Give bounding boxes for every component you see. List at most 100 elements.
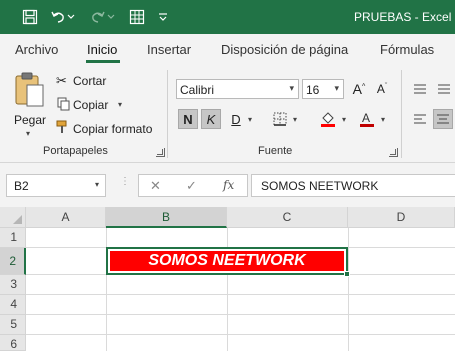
- font-name-dropdown[interactable]: Calibri ▾: [176, 79, 299, 99]
- customize-qat-icon[interactable]: [156, 7, 170, 27]
- row-header-6[interactable]: 6: [0, 335, 26, 351]
- group-divider: [167, 70, 168, 158]
- scissors-icon: ✂: [56, 73, 67, 88]
- borders-dropdown-icon[interactable]: ▾: [293, 115, 297, 124]
- increase-font-icon: A^: [352, 81, 366, 97]
- formula-input[interactable]: SOMOS NEETWORK: [251, 174, 455, 197]
- tab-insertar[interactable]: Insertar: [147, 42, 191, 57]
- gridline: [26, 294, 455, 295]
- align-left-icon: [414, 114, 426, 124]
- row-header-3[interactable]: 3: [0, 275, 26, 295]
- name-box[interactable]: B2 ▾: [6, 174, 106, 197]
- cut-button[interactable]: Cortar: [73, 74, 106, 88]
- align-top-icon: [414, 84, 426, 94]
- fill-handle[interactable]: [344, 271, 350, 277]
- borders-button[interactable]: [270, 109, 290, 129]
- tab-archivo[interactable]: Archivo: [15, 42, 58, 57]
- font-color-button[interactable]: A: [357, 109, 377, 129]
- cell-b2-fill: SOMOS NEETWORK: [110, 251, 344, 271]
- underline-label: D: [231, 111, 241, 127]
- insert-function-icon[interactable]: fx: [223, 178, 234, 192]
- formula-bar: B2 ▾ ⋮ ✕ ✓ fx SOMOS NEETWORK: [0, 163, 455, 207]
- resize-handle-icon[interactable]: ⋮: [120, 177, 130, 187]
- select-all-button[interactable]: [0, 207, 26, 228]
- clipboard-group-label: Portapapeles: [43, 145, 108, 157]
- align-center-icon: [437, 114, 449, 124]
- underline-button[interactable]: D: [226, 109, 246, 129]
- copy-icon: [57, 97, 70, 114]
- row-header-4[interactable]: 4: [0, 295, 26, 315]
- formula-actions: ✕ ✓ fx: [138, 174, 248, 197]
- column-header-b[interactable]: B: [106, 207, 227, 228]
- cell-b2-text: SOMOS NEETWORK: [148, 252, 306, 269]
- chevron-down-icon: ▾: [334, 83, 339, 93]
- group-divider: [401, 70, 402, 158]
- fill-color-dropdown-icon[interactable]: ▾: [342, 115, 346, 124]
- redo-dropdown-icon[interactable]: [106, 7, 116, 27]
- row-header-5[interactable]: 5: [0, 315, 26, 335]
- gridline: [26, 334, 455, 335]
- gridline: [26, 314, 455, 315]
- italic-label: K: [206, 111, 216, 127]
- font-color-dropdown-icon[interactable]: ▾: [381, 115, 385, 124]
- copy-dropdown-icon[interactable]: ▾: [118, 100, 122, 109]
- copy-button[interactable]: Copiar: [73, 98, 108, 112]
- row-header-1[interactable]: 1: [0, 228, 26, 248]
- decrease-font-icon: Aˇ: [376, 82, 388, 96]
- bold-label: N: [183, 111, 193, 127]
- paste-dropdown-icon[interactable]: ▾: [26, 129, 30, 138]
- worksheet-grid: A B C D 1 2 3 4 5 6 SOMOS NEETWORK: [0, 207, 455, 351]
- borders-icon: [273, 112, 287, 126]
- bold-button[interactable]: N: [178, 109, 198, 129]
- save-icon[interactable]: [20, 7, 40, 27]
- name-box-value: B2: [14, 179, 29, 193]
- increase-font-size-button[interactable]: A^: [349, 79, 369, 99]
- font-name-value: Calibri: [180, 83, 215, 97]
- undo-icon[interactable]: [48, 7, 68, 27]
- table-icon[interactable]: [127, 7, 147, 27]
- title-bar: PRUEBAS - Excel: [0, 0, 455, 34]
- tab-disposicion[interactable]: Disposición de página: [221, 42, 348, 57]
- tab-inicio[interactable]: Inicio: [87, 42, 117, 57]
- align-top-button[interactable]: [410, 79, 430, 99]
- paste-label: Pegar: [14, 113, 47, 127]
- chevron-down-icon: ▾: [289, 83, 294, 93]
- active-tab-indicator: [86, 60, 120, 63]
- ribbon-tabs: Archivo Inicio Insertar Disposición de p…: [0, 34, 455, 64]
- redo-icon[interactable]: [88, 7, 108, 27]
- column-header-d[interactable]: D: [348, 207, 455, 228]
- cell-b2[interactable]: SOMOS NEETWORK: [106, 247, 348, 275]
- font-size-dropdown[interactable]: 16 ▾: [302, 79, 344, 99]
- decrease-font-size-button[interactable]: Aˇ: [372, 79, 392, 99]
- undo-dropdown-icon[interactable]: [66, 7, 76, 27]
- clipboard-launcher-icon[interactable]: [156, 148, 165, 157]
- font-color-icon: A: [360, 111, 374, 127]
- svg-text:A: A: [362, 111, 370, 125]
- ribbon: Pegar ▾ ✂ Cortar Copiar ▾ Copiar formato…: [0, 64, 455, 163]
- align-middle-button[interactable]: [434, 79, 454, 99]
- italic-button[interactable]: K: [201, 109, 221, 129]
- cancel-icon[interactable]: ✕: [150, 178, 161, 194]
- window-title: PRUEBAS - Excel: [354, 10, 452, 24]
- formula-value: SOMOS NEETWORK: [261, 179, 379, 193]
- column-header-c[interactable]: C: [227, 207, 348, 228]
- paste-button[interactable]: Pegar ▾: [10, 70, 50, 140]
- font-size-value: 16: [306, 83, 320, 97]
- align-middle-icon: [438, 84, 450, 94]
- font-group-label: Fuente: [258, 145, 293, 157]
- format-painter-icon: [56, 120, 70, 137]
- font-launcher-icon[interactable]: [389, 148, 398, 157]
- align-left-button[interactable]: [410, 109, 430, 129]
- fill-color-button[interactable]: [318, 109, 338, 129]
- column-header-a[interactable]: A: [26, 207, 106, 228]
- format-painter-button[interactable]: Copiar formato: [73, 122, 152, 136]
- underline-dropdown-icon[interactable]: ▾: [248, 115, 252, 124]
- fill-color-icon: [321, 112, 335, 127]
- gridline: [348, 228, 349, 351]
- align-center-button[interactable]: [433, 109, 453, 129]
- enter-icon[interactable]: ✓: [186, 178, 197, 194]
- row-header-2[interactable]: 2: [0, 248, 26, 275]
- tab-formulas[interactable]: Fórmulas: [380, 42, 434, 57]
- chevron-down-icon: ▾: [94, 180, 99, 189]
- paste-icon: [15, 72, 44, 107]
